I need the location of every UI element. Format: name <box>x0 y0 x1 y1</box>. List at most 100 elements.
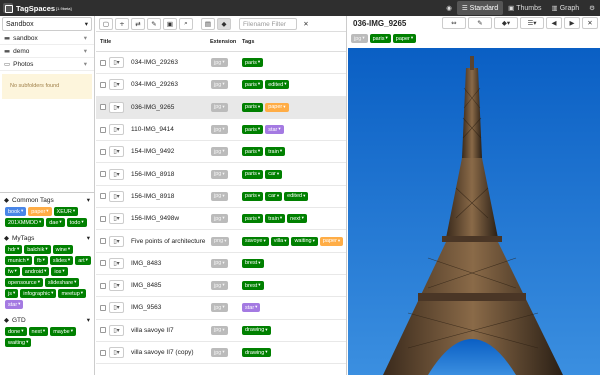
tag-chip[interactable]: star <box>5 300 24 309</box>
tag-chip[interactable]: villa <box>270 236 290 246</box>
tag-chip[interactable]: paris <box>242 58 264 68</box>
row-checkbox[interactable] <box>100 148 106 155</box>
eye-button[interactable]: ◉ <box>441 1 457 15</box>
table-row[interactable]: ▯▾ IMG_8485 jpg brest <box>96 275 346 298</box>
tag-chip[interactable]: paris <box>369 34 391 43</box>
column-title[interactable]: Title <box>100 39 111 45</box>
extension-badge[interactable]: jpg <box>211 169 228 179</box>
thumbs-view-button[interactable]: ▣ Thumbs <box>503 1 546 15</box>
table-row[interactable]: ▯▾ 034-IMG_29263 jpg parisedited <box>96 74 346 97</box>
tag-chip[interactable]: infographic <box>20 289 57 298</box>
folder-photos[interactable]: ▭ Photos ▾ <box>0 58 94 71</box>
file-menu-button[interactable]: ▯▾ <box>109 168 124 180</box>
tag-chip[interactable]: ios <box>51 267 68 276</box>
tag-chip[interactable]: munich <box>5 256 32 265</box>
tag-chip[interactable]: star <box>265 125 284 135</box>
next-button[interactable]: ▶ <box>564 17 580 29</box>
tag-chip[interactable]: paper <box>28 207 52 216</box>
tag-chip[interactable]: paris <box>242 169 264 179</box>
file-menu-button[interactable]: ▯▾ <box>109 280 124 292</box>
tag-chip[interactable]: XEUR <box>53 207 79 216</box>
file-menu-button[interactable]: ▯▾ <box>109 101 124 113</box>
extension-badge[interactable]: jpg <box>211 125 228 135</box>
tag-chip[interactable]: savoye <box>242 236 269 246</box>
row-checkbox[interactable] <box>100 171 106 178</box>
extension-badge[interactable]: jpg <box>211 214 228 224</box>
row-checkbox[interactable] <box>100 81 106 88</box>
prev-button[interactable]: ◀ <box>546 17 562 29</box>
graph-view-button[interactable]: ▥ Graph <box>547 1 585 15</box>
edit-button[interactable]: ✎ <box>468 17 492 29</box>
file-menu-button[interactable]: ▯▾ <box>109 235 124 247</box>
table-row[interactable]: ▯▾ IMG_8483 jpg brest <box>96 253 346 275</box>
tag-group-header[interactable]: ◆ MyTags ▾ <box>3 233 92 244</box>
tag-chip[interactable]: art <box>75 256 91 265</box>
tag-chip[interactable]: brest <box>242 258 264 268</box>
tag-menu-button[interactable]: ◆▾ <box>494 17 518 29</box>
thumbnails-button[interactable]: ▣ <box>163 17 177 30</box>
tag-chip[interactable]: paper <box>265 102 289 112</box>
more-menu-button[interactable]: ☰▾ <box>520 17 544 29</box>
file-menu-button[interactable]: ▯▾ <box>109 324 124 336</box>
extension-badge[interactable]: jpg <box>211 303 228 313</box>
file-menu-button[interactable]: ▯▾ <box>109 257 124 269</box>
row-checkbox[interactable] <box>100 238 106 245</box>
table-row[interactable]: ▯▾ 154-IMG_9492 jpg paristrain <box>96 141 346 164</box>
tag-chip[interactable]: car <box>265 191 283 201</box>
tag-chip[interactable]: edited <box>284 191 309 201</box>
extension-badge[interactable]: jpg <box>211 58 228 68</box>
tag-chip[interactable]: dae <box>46 218 65 227</box>
tag-chip[interactable]: train <box>265 147 286 157</box>
extension-badge[interactable]: jpg <box>211 102 228 112</box>
tag-chip[interactable]: android <box>21 267 50 276</box>
row-checkbox[interactable] <box>100 304 106 311</box>
column-extension[interactable]: Extension <box>210 39 236 45</box>
tag-chip[interactable]: book <box>5 207 27 216</box>
extension-badge[interactable]: jpg <box>211 348 228 357</box>
folder-sandbox[interactable]: ▬ sandbox ▾ <box>0 32 94 45</box>
tag-chip[interactable]: maybe <box>50 327 76 336</box>
tag-chip[interactable]: paris <box>242 191 264 201</box>
select-all-button[interactable]: ▢ <box>99 17 113 30</box>
reload-button[interactable]: ⇄ <box>131 17 145 30</box>
file-menu-button[interactable]: ▯▾ <box>109 213 124 225</box>
row-checkbox[interactable] <box>100 104 106 111</box>
row-checkbox[interactable] <box>100 215 106 222</box>
tag-chip[interactable]: opensource <box>5 278 44 287</box>
row-checkbox[interactable] <box>100 282 106 289</box>
extension-badge[interactable]: jpg <box>211 147 228 157</box>
table-row[interactable]: ▯▾ 156-IMG_8918 jpg pariscaredited <box>96 186 346 209</box>
clear-filter-button[interactable]: ✕ <box>299 18 313 30</box>
toggle-fullwidth-button[interactable]: ⇔ <box>442 17 466 29</box>
filename-filter-input[interactable]: Filename Filter <box>239 17 297 30</box>
tag-chip[interactable]: paper <box>392 34 417 43</box>
tag-chip[interactable]: 201XMMDD <box>5 218 45 227</box>
row-checkbox[interactable] <box>100 327 106 334</box>
row-checkbox[interactable] <box>100 59 106 66</box>
table-view-button[interactable]: ▤ <box>201 17 215 30</box>
location-select[interactable]: Sandbox ▾ <box>2 17 92 31</box>
row-checkbox[interactable] <box>100 260 106 267</box>
tag-chip[interactable]: todo <box>66 218 87 227</box>
settings-button[interactable]: ⚙ <box>584 1 600 15</box>
column-tags[interactable]: Tags <box>242 39 254 45</box>
tag-chip[interactable]: brest <box>242 281 264 291</box>
table-row[interactable]: ▯▾ villa savoye II7 (copy) jpg drawing <box>96 342 346 365</box>
tag-button[interactable]: ✎ <box>147 17 161 30</box>
tag-chip[interactable]: paris <box>242 102 264 112</box>
new-file-button[interactable]: + <box>115 17 129 30</box>
tag-chip[interactable]: fb <box>34 256 48 265</box>
tag-chip[interactable]: car <box>265 169 283 179</box>
row-checkbox[interactable] <box>100 349 106 356</box>
tag-chip[interactable]: waiting <box>291 236 318 246</box>
table-row[interactable]: ▯▾ IMG_9563 jpg star <box>96 297 346 320</box>
tag-chip[interactable]: paris <box>242 80 264 90</box>
table-row[interactable]: ▯▾ 156-IMG_9498w jpg paristrainnext <box>96 208 346 231</box>
row-checkbox[interactable] <box>100 193 106 200</box>
row-checkbox[interactable] <box>100 126 106 133</box>
tag-chip[interactable]: fw <box>5 267 20 276</box>
extension-badge[interactable]: jpg <box>211 80 228 90</box>
tag-chip[interactable]: paris <box>242 147 264 157</box>
extension-badge[interactable]: jpg <box>211 281 228 291</box>
table-row[interactable]: ▯▾ villa savoye II7 jpg drawing <box>96 320 346 342</box>
